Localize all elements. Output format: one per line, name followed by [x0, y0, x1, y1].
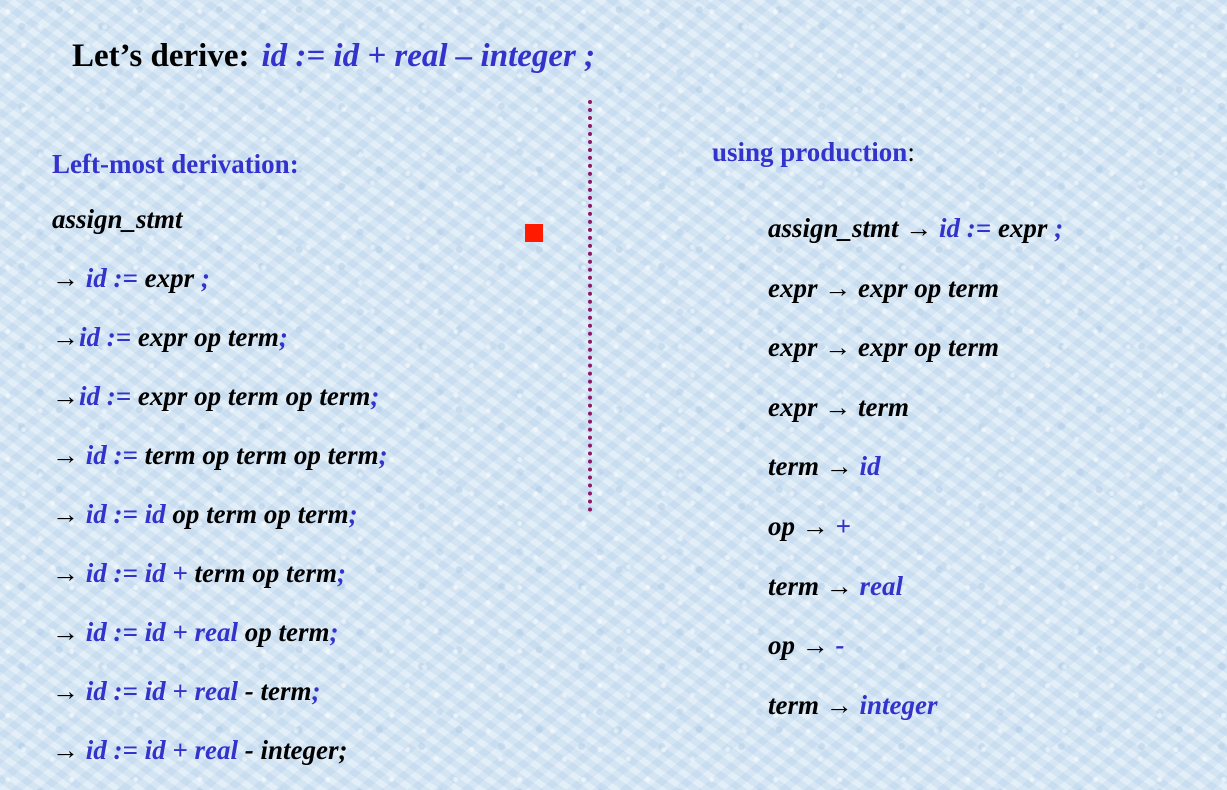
production-rule-segment: expr — [997, 213, 1055, 243]
derivation-step-segment: id := — [85, 263, 145, 293]
right-heading: using production: — [712, 134, 1212, 174]
left-heading: Left-most derivation: — [52, 149, 299, 179]
derivation-step-segment: ; — [311, 676, 321, 706]
derivation-step-segment: ; — [337, 558, 347, 588]
production-rule: term → integer — [768, 676, 1212, 736]
derivation-step-segment: → — [52, 676, 86, 706]
production-rule-segment: + — [835, 510, 851, 541]
production-rule-segment: op → — [768, 630, 836, 661]
production-rule-segment: integer — [859, 689, 938, 720]
derivation-step-segment: id := id + real — [85, 735, 245, 765]
derivation-step-segment: → — [52, 263, 86, 293]
production-rule-segment: ; — [1054, 213, 1064, 243]
derivation-step-segment: → — [52, 381, 79, 411]
production-rule: assign_stmt → id := expr ; — [768, 199, 1212, 259]
derivation-step-segment: id := id + real — [85, 617, 245, 647]
production-rule-segment: expr → expr op term — [768, 272, 999, 303]
production-rule-segment: real — [859, 570, 904, 601]
production-rule: term → real — [768, 557, 1212, 617]
derivation-step: →id := expr op term; — [52, 308, 582, 367]
derivation-step-segment: ; — [370, 381, 380, 411]
right-heading-label: using production — [712, 137, 908, 167]
production-rule-segment: op → — [768, 510, 836, 541]
derivation-step: → id := id + real - integer; — [52, 721, 582, 780]
derivation-step: → id := id + real - term; — [52, 662, 582, 721]
derivation-step-segment: → — [52, 617, 86, 647]
derivation-step-segment: - integer; — [244, 735, 348, 765]
title-expression: id := id + real – integer ; — [261, 38, 596, 74]
production-rule-segment: assign_stmt → — [768, 213, 940, 243]
derivation-step-segment: op term op term — [172, 499, 349, 529]
production-rule: op → - — [768, 616, 1212, 676]
derivation-step-segment: id := — [85, 440, 145, 470]
slide-title: Let’s derive: id := id + real – integer ; — [72, 38, 595, 75]
derivation-step: → id := id + term op term; — [52, 544, 582, 603]
derivation-step: →id := expr op term op term; — [52, 367, 582, 426]
derivation-step-segment: expr op term — [137, 322, 279, 352]
derivation-step-segment: id := — [79, 381, 138, 411]
derivation-step-segment: → — [52, 322, 79, 352]
production-rule-segment: expr → expr op term — [768, 332, 999, 363]
derivation-step-segment: assign_stmt — [52, 204, 183, 234]
derivation-step-segment: op term — [244, 617, 330, 647]
derivation-step-segment: id := id + real — [85, 676, 245, 706]
derivation-step-segment: expr op term op term — [137, 381, 371, 411]
derivation-step-segment: ; — [278, 322, 288, 352]
derivation-steps: assign_stmt → id := expr ; →id := expr op … — [52, 190, 582, 780]
derivation-step: → id := id + real op term; — [52, 603, 582, 662]
derivation-step-segment: ; — [348, 499, 358, 529]
production-rule: expr → expr op term — [768, 318, 1212, 378]
production-list: assign_stmt → id := expr ; expr → expr op… — [712, 199, 1212, 735]
derivation-step: → id := id op term op term; — [52, 485, 582, 544]
derivation-step-segment: term op term — [194, 558, 338, 588]
production-rule: op → + — [768, 497, 1212, 557]
derivation-step-segment: id := id — [85, 499, 173, 529]
derivation-step-segment: → — [52, 440, 86, 470]
production-rule-segment: id := — [939, 213, 998, 243]
derivation-step: assign_stmt — [52, 190, 582, 249]
right-column: using production: assign_stmt → id := ex… — [712, 134, 1212, 735]
derivation-step-segment: → — [52, 558, 86, 588]
derivation-step-segment: ; — [200, 263, 210, 293]
derivation-step-segment: expr — [144, 263, 201, 293]
derivation-step-segment: - term — [244, 676, 312, 706]
column-divider — [588, 100, 592, 512]
production-rule-segment: term → — [768, 689, 860, 720]
derivation-step-segment: id := id + — [85, 558, 195, 588]
derivation-step-segment: → — [52, 735, 86, 765]
derivation-step-segment: → — [52, 499, 86, 529]
derivation-step-segment: ; — [329, 617, 339, 647]
left-column: Left-most derivation: assign_stmt → id :=… — [52, 146, 582, 780]
production-rule: expr → expr op term — [768, 259, 1212, 319]
production-rule-segment: expr → term — [768, 391, 909, 422]
derivation-step-segment: id := — [79, 322, 138, 352]
derivation-step: → id := expr ; — [52, 249, 582, 308]
production-rule-segment: - — [835, 630, 845, 661]
production-rule-segment: term → — [768, 570, 860, 601]
title-label: Let’s derive: — [72, 38, 250, 74]
derivation-step-segment: ; — [378, 440, 388, 470]
production-rule: term → id — [768, 437, 1212, 497]
production-rule-segment: term → — [768, 451, 860, 482]
right-heading-colon: : — [907, 137, 915, 167]
production-rule: expr → term — [768, 378, 1212, 438]
derivation-step: → id := term op term op term; — [52, 426, 582, 485]
derivation-step-segment: term op term op term — [144, 440, 379, 470]
production-rule-segment: id — [859, 451, 881, 482]
